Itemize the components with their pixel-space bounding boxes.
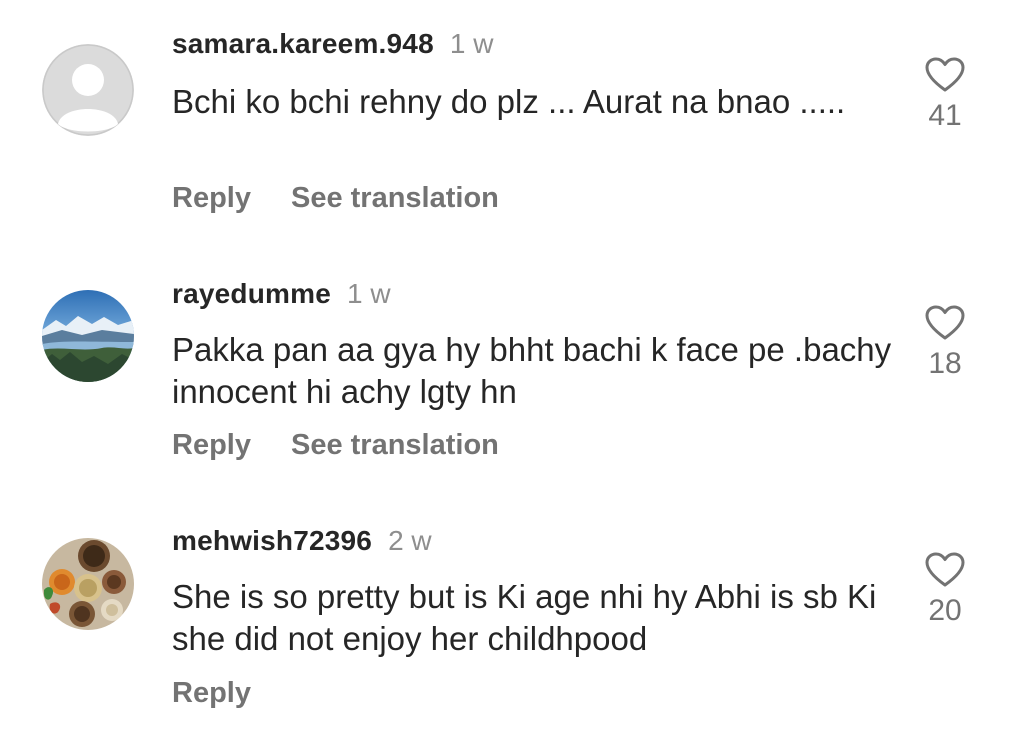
default-avatar-icon: [42, 44, 134, 136]
food-bowls-photo-icon: [42, 538, 134, 630]
comment-text: She is so pretty but is Ki age nhi hy Ab…: [172, 578, 877, 657]
avatar[interactable]: [42, 44, 134, 136]
comment-text: Bchi ko bchi rehny do plz ... Aurat na b…: [172, 83, 846, 120]
comment-item: mehwish72396 2 w She is so pretty but is …: [0, 496, 1024, 749]
comment-header: rayedumme 1 w: [172, 278, 391, 310]
username[interactable]: mehwish72396: [172, 525, 372, 556]
like-button[interactable]: 41: [904, 57, 986, 133]
heart-outline-icon[interactable]: [925, 305, 965, 341]
username[interactable]: samara.kareem.948: [172, 28, 434, 59]
comment-header: samara.kareem.948 1 w: [172, 28, 493, 60]
comment-header: mehwish72396 2 w: [172, 525, 432, 557]
avatar[interactable]: [42, 290, 134, 382]
comment-item: rayedumme 1 w Pakka pan aa gya hy bhht ba…: [0, 248, 1024, 488]
like-count: 41: [928, 99, 962, 132]
reply-button[interactable]: Reply: [172, 677, 251, 709]
username[interactable]: rayedumme: [172, 278, 331, 309]
timestamp[interactable]: 1 w: [450, 28, 494, 59]
like-count: 18: [928, 347, 962, 380]
see-translation-button[interactable]: See translation: [291, 182, 499, 214]
timestamp[interactable]: 2 w: [388, 525, 432, 556]
like-button[interactable]: 18: [904, 305, 986, 381]
heart-outline-icon[interactable]: [925, 552, 965, 588]
comment-actions: Reply See translation: [172, 428, 499, 462]
comment-actions: Reply: [172, 676, 251, 710]
heart-outline-icon[interactable]: [925, 57, 965, 93]
comment-item: samara.kareem.948 1 w Bchi ko bchi rehny …: [0, 0, 1024, 240]
like-count: 20: [928, 594, 962, 627]
see-translation-button[interactable]: See translation: [291, 429, 499, 461]
comment-actions: Reply See translation: [172, 181, 499, 215]
reply-button[interactable]: Reply: [172, 429, 251, 461]
reply-button[interactable]: Reply: [172, 182, 251, 214]
comment-text: Pakka pan aa gya hy bhht bachi k face pe…: [172, 331, 892, 410]
like-button[interactable]: 20: [904, 552, 986, 628]
avatar[interactable]: [42, 538, 134, 630]
mountain-lake-photo-icon: [42, 290, 134, 382]
timestamp[interactable]: 1 w: [347, 278, 391, 309]
